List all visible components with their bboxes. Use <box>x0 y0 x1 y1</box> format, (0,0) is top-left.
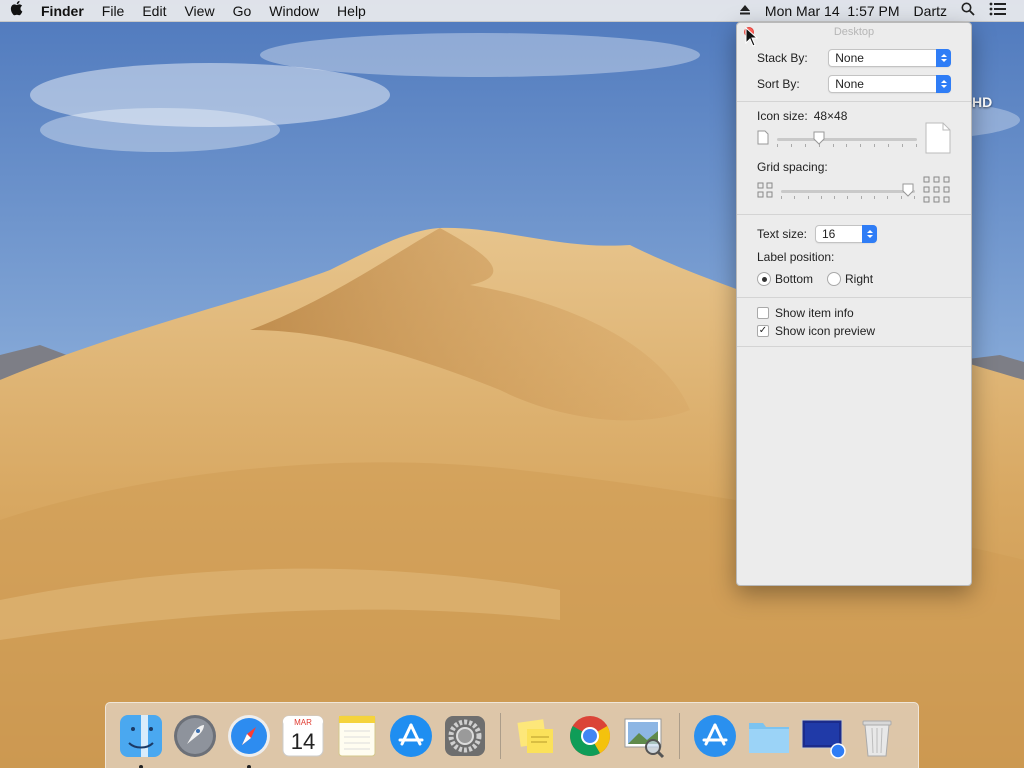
trash-icon <box>862 720 892 756</box>
preview-icon <box>624 718 665 758</box>
grid-spacing-slider-knob[interactable] <box>902 183 914 197</box>
text-size-value: 16 <box>822 227 836 241</box>
running-indicator <box>139 764 143 768</box>
dock-stickies[interactable] <box>513 713 559 759</box>
chrome-icon <box>570 715 610 756</box>
label-bottom-text[interactable]: Bottom <box>775 272 813 286</box>
dock-finder[interactable] <box>118 713 164 768</box>
sort-by-popup[interactable]: None <box>828 75 951 93</box>
stickies-icon <box>517 718 553 753</box>
dock-folder[interactable] <box>746 713 792 759</box>
icon-size-label: Icon size: <box>757 109 808 123</box>
running-indicator <box>247 764 251 768</box>
mouse-cursor-icon <box>745 27 759 47</box>
spotlight-search-icon[interactable] <box>954 0 982 22</box>
stack-by-value: None <box>835 51 864 65</box>
icon-size-slider[interactable] <box>777 130 917 148</box>
label-right-text[interactable]: Right <box>845 272 873 286</box>
apple-menu-icon[interactable] <box>0 0 32 22</box>
stack-sort-section: Stack By: None Sort By: None <box>737 41 971 102</box>
calendar-day: 14 <box>291 729 315 754</box>
stack-by-chevron-icon <box>936 49 951 67</box>
menu-finder[interactable]: Finder <box>32 0 93 22</box>
show-item-info-checkbox[interactable] <box>757 307 769 319</box>
dock-safari[interactable] <box>226 713 272 768</box>
menu-window[interactable]: Window <box>260 0 328 22</box>
safari-compass-icon <box>228 714 270 757</box>
dock-calendar[interactable]: MAR 14 <box>280 713 326 759</box>
desktop-disk-label[interactable]: HD <box>972 94 992 110</box>
small-grid-icon <box>757 182 773 201</box>
menu-user[interactable]: Dartz <box>907 0 954 22</box>
dock-app-store[interactable] <box>388 713 434 759</box>
app-store-icon <box>390 714 432 757</box>
dock-separator <box>500 712 501 759</box>
text-size-popup[interactable]: 16 <box>815 225 877 243</box>
dock-preview[interactable] <box>621 713 667 759</box>
finder-icon <box>120 714 162 757</box>
dock-screen-sharing[interactable] <box>800 713 846 759</box>
show-icon-preview-label[interactable]: Show icon preview <box>775 324 875 338</box>
dock-chrome[interactable] <box>567 713 613 759</box>
icon-size-slider-knob[interactable] <box>813 131 825 145</box>
dock-trash[interactable] <box>854 713 900 759</box>
text-size-label: Text size: <box>757 227 808 241</box>
text-label-section: Text size: 16 Label position: Bottom Rig… <box>737 215 971 298</box>
checkbox-section: Show item info ✓ Show icon preview <box>737 298 971 347</box>
dock-notes[interactable] <box>334 713 380 759</box>
folder-icon <box>749 722 789 753</box>
sort-by-chevron-icon <box>936 75 951 93</box>
dock-app-store-folder[interactable] <box>692 713 738 759</box>
menu-clock[interactable]: Mon Mar 14 1:57 PM <box>758 0 907 22</box>
eject-icon[interactable] <box>732 0 758 22</box>
display-icon <box>801 719 846 759</box>
panel-title: Desktop <box>833 26 875 38</box>
dock: MAR 14 <box>105 702 919 768</box>
icon-grid-section: Icon size: 48×48 Grid spacing: <box>737 102 971 215</box>
stack-by-popup[interactable]: None <box>828 49 951 67</box>
small-document-icon <box>757 130 769 148</box>
dock-system-preferences[interactable] <box>442 713 488 759</box>
menu-view[interactable]: View <box>175 0 223 22</box>
menu-edit[interactable]: Edit <box>133 0 175 22</box>
app-store-icon <box>694 714 736 757</box>
large-document-icon <box>925 122 951 157</box>
label-bottom-radio[interactable] <box>757 272 771 286</box>
icon-size-value: 48×48 <box>813 109 848 123</box>
calendar-month: MAR <box>294 718 312 727</box>
large-grid-icon <box>923 176 951 207</box>
label-right-radio[interactable] <box>827 272 842 286</box>
notification-center-icon[interactable] <box>982 0 1014 22</box>
panel-titlebar[interactable]: Desktop <box>737 23 971 41</box>
menu-file[interactable]: File <box>93 0 134 22</box>
stack-by-label: Stack By: <box>757 51 808 65</box>
dock-separator <box>679 712 680 759</box>
launchpad-rocket-icon <box>174 714 216 757</box>
menu-bar-extras: Mon Mar 14 1:57 PM Dartz <box>732 0 1024 22</box>
menu-bar: Finder File Edit View Go Window Help Mon… <box>0 0 1024 22</box>
notes-icon <box>338 715 376 756</box>
gear-icon <box>445 715 485 756</box>
menu-go[interactable]: Go <box>224 0 261 22</box>
desktop-view-options-panel: Desktop Stack By: None Sort By: None Ico… <box>736 22 972 586</box>
show-item-info-label[interactable]: Show item info <box>775 306 854 320</box>
sort-by-value: None <box>835 77 864 91</box>
grid-spacing-label: Grid spacing: <box>757 160 828 174</box>
label-position-label: Label position: <box>757 250 835 264</box>
dock-launchpad[interactable] <box>172 713 218 759</box>
show-icon-preview-checkbox[interactable]: ✓ <box>757 325 769 337</box>
text-size-chevron-icon <box>862 225 877 243</box>
calendar-icon: MAR 14 <box>282 715 324 756</box>
grid-spacing-slider[interactable] <box>781 182 915 200</box>
menu-help[interactable]: Help <box>328 0 375 22</box>
sort-by-label: Sort By: <box>757 77 800 91</box>
